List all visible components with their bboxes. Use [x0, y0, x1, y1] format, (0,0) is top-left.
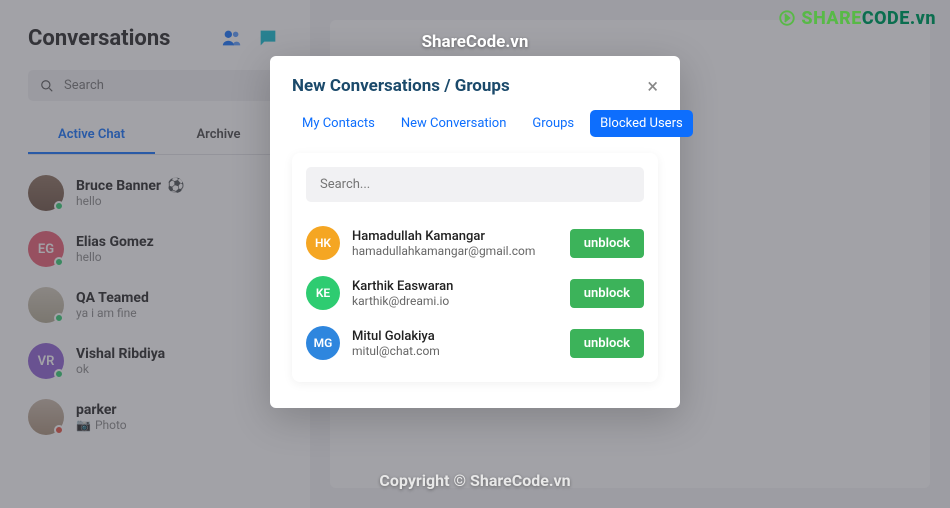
new-conversations-modal: New Conversations / Groups × My Contacts…: [270, 56, 680, 408]
unblock-button[interactable]: unblock: [570, 229, 644, 258]
user-name: Hamadullah Kamangar: [352, 229, 558, 244]
tab-my-contacts[interactable]: My Contacts: [292, 110, 385, 137]
avatar: KE: [306, 276, 340, 310]
user-email: mitul@chat.com: [352, 344, 558, 358]
unblock-button[interactable]: unblock: [570, 279, 644, 308]
modal-search-input[interactable]: [306, 167, 644, 202]
modal-tabs: My Contacts New Conversation Groups Bloc…: [292, 110, 658, 137]
tab-new-conversation[interactable]: New Conversation: [391, 110, 517, 137]
tab-groups[interactable]: Groups: [522, 110, 584, 137]
tab-blocked-users[interactable]: Blocked Users: [590, 110, 693, 137]
list-item: KE Karthik Easwaran karthik@dreami.io un…: [306, 268, 644, 318]
user-email: hamadullahkamangar@gmail.com: [352, 244, 558, 258]
user-email: karthik@dreami.io: [352, 294, 558, 308]
modal-overlay[interactable]: New Conversations / Groups × My Contacts…: [0, 0, 950, 508]
blocked-users-panel: HK Hamadullah Kamangar hamadullahkamanga…: [292, 153, 658, 382]
user-name: Mitul Golakiya: [352, 329, 558, 344]
avatar: MG: [306, 326, 340, 360]
modal-title: New Conversations / Groups: [292, 76, 510, 96]
list-item: MG Mitul Golakiya mitul@chat.com unblock: [306, 318, 644, 368]
user-name: Karthik Easwaran: [352, 279, 558, 294]
list-item: HK Hamadullah Kamangar hamadullahkamanga…: [306, 218, 644, 268]
modal-header: New Conversations / Groups ×: [292, 76, 658, 96]
unblock-button[interactable]: unblock: [570, 329, 644, 358]
close-button[interactable]: ×: [647, 76, 658, 96]
close-icon: ×: [647, 74, 658, 98]
avatar: HK: [306, 226, 340, 260]
